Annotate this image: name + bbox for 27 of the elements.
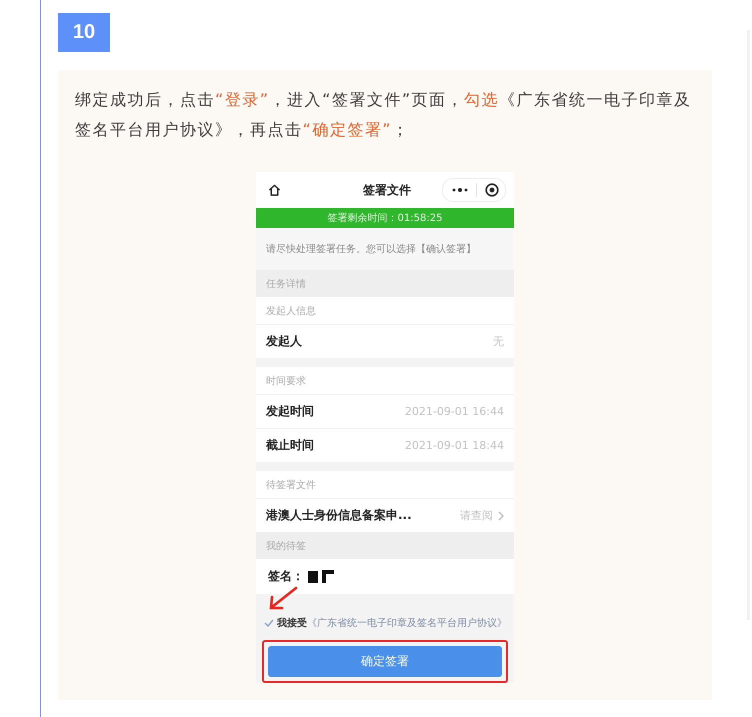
chevron-icon — [498, 510, 504, 520]
view-link[interactable]: 请查阅 — [460, 508, 493, 523]
redaction-icon — [308, 570, 334, 583]
more-icon[interactable] — [452, 188, 468, 192]
group-header: 时间要求 — [265, 374, 307, 388]
home-icon[interactable] — [268, 184, 281, 196]
confirm-sign-button[interactable]: 确定签署 — [268, 646, 502, 677]
pointer-arrow — [268, 586, 298, 610]
ring-dot-icon[interactable] — [485, 183, 499, 197]
agreement-checkbox[interactable] — [264, 618, 274, 628]
row-value: 无 — [493, 334, 504, 349]
row-label: 发起人 — [266, 333, 302, 350]
agreement-text: 我接受《广东省统一电子印章及签名平台用户协议》 — [277, 616, 507, 630]
step-number-badge: 10 — [58, 13, 110, 52]
group-header: 待签署文件 — [265, 478, 317, 492]
row-label: 截止时间 — [266, 437, 314, 454]
instruction-text: 绑定成功后，点击“登录”，进入“签署文件”页面，勾选《广东省统一电子印章及签名平台用户协议》，再点击“确定签署”； — [75, 89, 693, 141]
row-label: 港澳人士身份信息备案申... — [266, 507, 412, 524]
signature-label: 签名： — [268, 568, 304, 585]
section-header: 任务详情 — [256, 270, 514, 297]
row-value: 2021-09-01 16:44 — [404, 405, 504, 418]
group-header: 发起人信息 — [265, 304, 317, 318]
row-value: 2021-09-01 18:44 — [404, 439, 504, 452]
row-label: 发起时间 — [266, 403, 314, 420]
page-title: 签署文件 — [363, 182, 411, 198]
countdown-text: 签署剩余时间：01:58:25 — [328, 212, 442, 225]
section-header: 我的待签 — [256, 532, 514, 559]
